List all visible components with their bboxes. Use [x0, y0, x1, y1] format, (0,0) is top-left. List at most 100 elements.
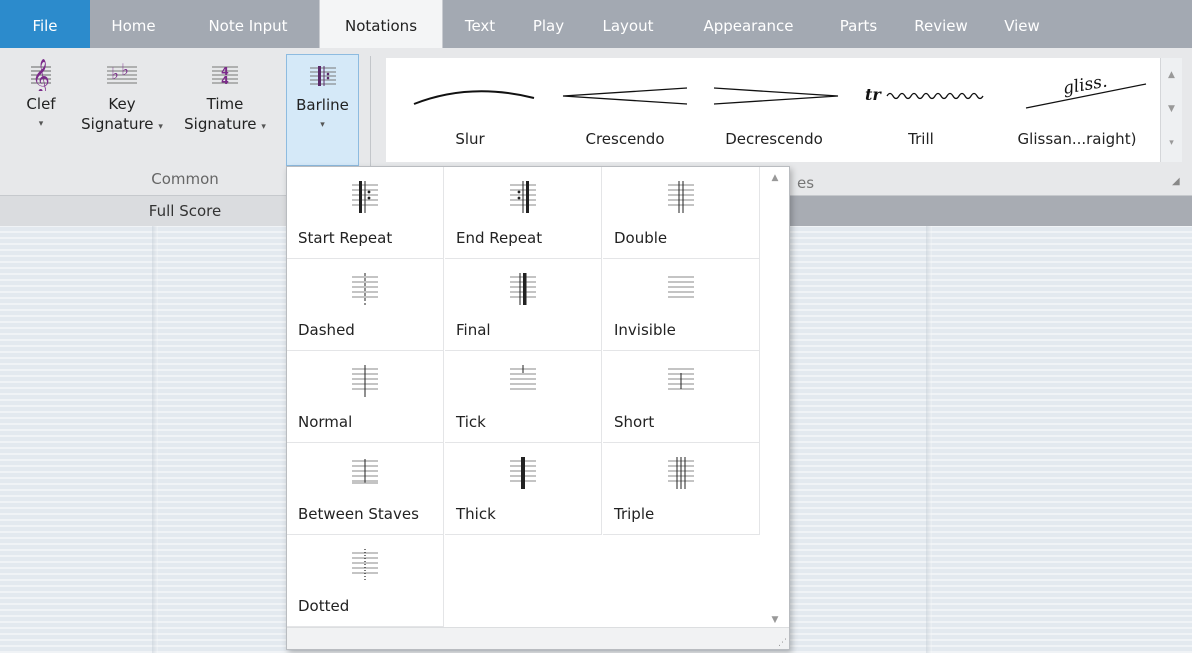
barline-option-label: Normal — [298, 413, 353, 431]
barline-option-dotted[interactable]: Dotted — [287, 535, 444, 627]
scroll-up-icon[interactable]: ▲ — [761, 173, 789, 183]
barline-option-label: Invisible — [614, 321, 676, 339]
barline-option-normal[interactable]: Normal — [287, 351, 444, 443]
thick-barline-icon — [445, 453, 601, 489]
triple-barline-icon — [603, 453, 759, 489]
barline-option-label: Double — [614, 229, 668, 247]
barline-option-short[interactable]: Short — [603, 351, 760, 443]
dropdown-footer: ⋰ — [287, 627, 789, 649]
tab-appearance[interactable]: Appearance — [676, 0, 821, 48]
barline-option-end-repeat[interactable]: End Repeat — [445, 167, 602, 259]
tab-layout[interactable]: Layout — [580, 0, 676, 48]
end-repeat-barline-icon — [445, 177, 601, 213]
dashed-barline-icon — [287, 269, 443, 305]
barline-option-label: Tick — [456, 413, 486, 431]
barline-option-label: Dashed — [298, 321, 355, 339]
dotted-barline-icon — [287, 545, 443, 581]
barline-icon — [308, 55, 338, 95]
barline-option-tick[interactable]: Tick — [445, 351, 602, 443]
chevron-down-icon: ▾ — [320, 120, 325, 130]
dialog-launcher-icon[interactable]: ◢ — [1172, 176, 1180, 187]
page-edge — [152, 226, 158, 653]
lines-group-label: es — [797, 174, 815, 192]
barline-option-label: Dotted — [298, 597, 350, 615]
clef-label: Clef — [26, 95, 56, 113]
barline-option-double[interactable]: Double — [603, 167, 760, 259]
barline-option-label: Thick — [456, 505, 496, 523]
barline-dropdown: Start Repeat End Repeat Double Dashed Final I… — [286, 166, 790, 650]
chevron-down-icon: ▾ — [158, 122, 163, 132]
dropdown-scrollbar[interactable]: ▲ ▼ — [761, 167, 789, 627]
chevron-down-icon: ▾ — [261, 122, 266, 132]
gallery-scrollbar[interactable]: ▲ ▼ ▾ — [1160, 58, 1182, 162]
gallery-item-glissando[interactable]: gliss. Glissan...raight) — [994, 58, 1160, 162]
double-barline-icon — [603, 177, 759, 213]
tab-view[interactable]: View — [986, 0, 1058, 48]
barline-option-between-staves[interactable]: Between Staves — [287, 443, 444, 535]
gallery-item-trill[interactable]: tr Trill — [848, 58, 994, 162]
barline-option-label: Short — [614, 413, 655, 431]
tick-barline-icon — [445, 361, 601, 397]
barline-option-start-repeat[interactable]: Start Repeat — [287, 167, 444, 259]
svg-text:gliss.: gliss. — [1061, 71, 1108, 98]
svg-text:♭: ♭ — [111, 64, 119, 83]
tab-home[interactable]: Home — [90, 0, 177, 48]
final-barline-icon — [445, 269, 601, 305]
resize-grip-icon[interactable]: ⋰ — [778, 638, 787, 648]
svg-text:4: 4 — [221, 74, 229, 87]
barline-option-label: End Repeat — [456, 229, 543, 247]
barline-button[interactable]: Barline ▾ — [286, 54, 359, 166]
lines-gallery: Slur Crescendo Decrescendo tr Trill glis… — [386, 58, 1160, 162]
tab-play[interactable]: Play — [517, 0, 580, 48]
time-signature-button[interactable]: 4 4 Time Signature ▾ — [168, 54, 282, 164]
key-signature-button[interactable]: ♭ ♭ Key Signature ▾ — [80, 54, 164, 164]
between-staves-barline-icon — [287, 453, 443, 489]
scroll-up-icon[interactable]: ▲ — [1161, 58, 1182, 92]
ribbon-tab-bar: File Home Note Input Notations Text Play… — [0, 0, 1192, 48]
tab-file[interactable]: File — [0, 0, 90, 48]
time-signature-label-1: Time — [206, 95, 244, 113]
scroll-down-icon[interactable]: ▼ — [1161, 92, 1182, 126]
tab-review[interactable]: Review — [896, 0, 986, 48]
slur-icon — [413, 90, 535, 105]
decrescendo-icon — [713, 87, 839, 105]
short-barline-icon — [603, 361, 759, 397]
start-repeat-barline-icon — [287, 177, 443, 213]
gallery-item-slur[interactable]: Slur — [386, 58, 554, 162]
trill-icon: tr — [865, 85, 984, 104]
glissando-icon: gliss. — [1025, 71, 1147, 109]
barline-option-thick[interactable]: Thick — [445, 443, 602, 535]
barline-option-label: Between Staves — [298, 505, 419, 523]
time-signature-icon: 4 4 — [210, 54, 240, 94]
clef-icon: 𝄞 — [29, 54, 53, 94]
key-signature-icon: ♭ ♭ — [105, 54, 139, 94]
barline-option-invisible[interactable]: Invisible — [603, 259, 760, 351]
gallery-expand-icon[interactable]: ▾ — [1161, 126, 1182, 160]
tab-notations[interactable]: Notations — [319, 0, 443, 48]
barline-option-dashed[interactable]: Dashed — [287, 259, 444, 351]
barline-option-label: Start Repeat — [298, 229, 393, 247]
barline-option-label: Final — [456, 321, 491, 339]
svg-text:♭: ♭ — [121, 60, 129, 79]
normal-barline-icon — [287, 361, 443, 397]
crescendo-icon — [562, 87, 688, 105]
scroll-down-icon[interactable]: ▼ — [761, 615, 789, 625]
svg-text:tr: tr — [865, 85, 882, 104]
key-signature-label-2: Signature — [81, 115, 154, 133]
invisible-barline-icon — [603, 269, 759, 305]
page-edge — [926, 226, 932, 653]
barline-option-label: Triple — [614, 505, 655, 523]
gallery-item-crescendo[interactable]: Crescendo — [550, 58, 700, 162]
gallery-item-decrescendo[interactable]: Decrescendo — [700, 58, 848, 162]
tab-parts[interactable]: Parts — [821, 0, 896, 48]
time-signature-label-2: Signature — [184, 115, 257, 133]
chevron-down-icon: ▾ — [38, 119, 44, 129]
barline-option-triple[interactable]: Triple — [603, 443, 760, 535]
tab-note-input[interactable]: Note Input — [177, 0, 319, 48]
key-signature-label-1: Key — [108, 95, 136, 113]
barline-option-final[interactable]: Final — [445, 259, 602, 351]
clef-button[interactable]: 𝄞 Clef ▾ — [10, 54, 72, 164]
tab-text[interactable]: Text — [443, 0, 517, 48]
barline-label: Barline — [296, 96, 349, 114]
svg-text:𝄞: 𝄞 — [32, 59, 50, 91]
